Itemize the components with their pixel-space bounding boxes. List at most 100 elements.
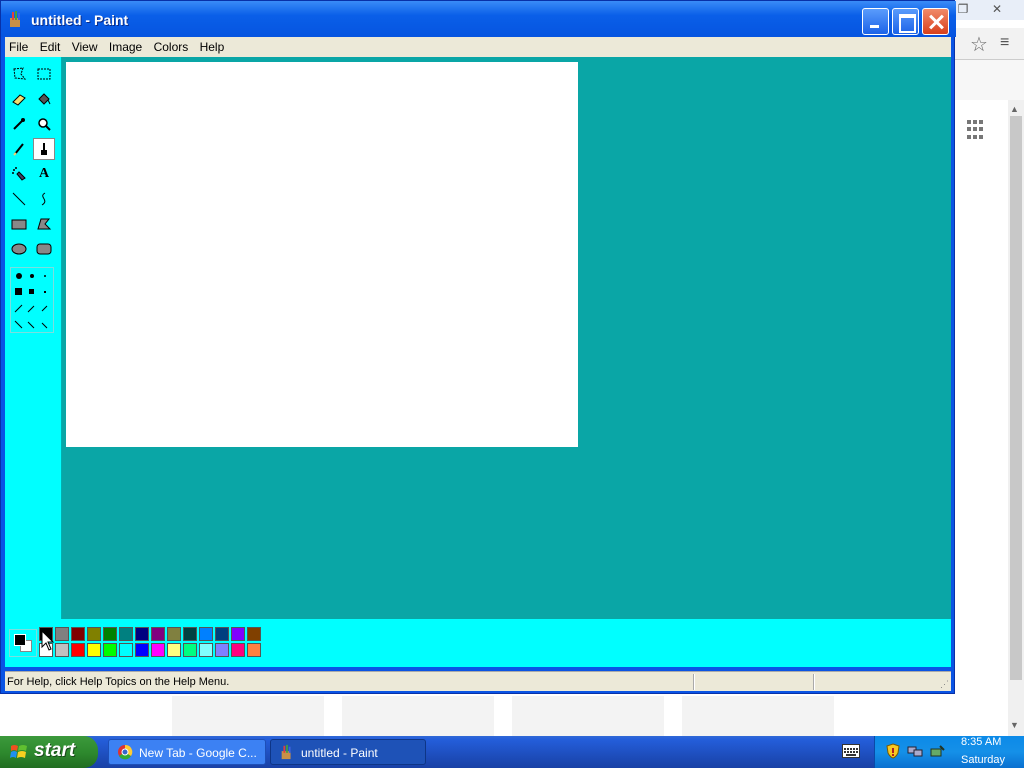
background-chrome-window: ❐ ✕ ☆ ≡ ▲ ▼ (950, 0, 1024, 736)
close-button[interactable] (922, 8, 949, 35)
palette-swatch[interactable] (135, 627, 149, 641)
status-text: For Help, click Help Topics on the Help … (7, 676, 230, 688)
eraser-icon[interactable] (8, 88, 30, 110)
palette-swatch[interactable] (215, 643, 229, 657)
rectangle-icon[interactable] (8, 213, 30, 235)
title-bar[interactable]: untitled - Paint (1, 1, 956, 37)
resize-grip-icon[interactable]: ⋰ (940, 679, 949, 690)
current-colors[interactable] (9, 629, 37, 657)
pencil-icon[interactable] (8, 138, 30, 160)
task-paint[interactable]: untitled - Paint (270, 739, 426, 765)
menu-colors[interactable]: Colors (150, 37, 193, 57)
network-icon[interactable] (907, 743, 923, 759)
clock-time[interactable]: 8:35 AM (961, 736, 1001, 748)
palette-swatch[interactable] (231, 627, 245, 641)
maximize-button[interactable] (892, 8, 919, 35)
palette-swatch[interactable] (55, 643, 69, 657)
ntp-tile (512, 696, 664, 736)
menu-file[interactable]: File (5, 37, 32, 57)
menu-image[interactable]: Image (105, 37, 146, 57)
restore-icon[interactable]: ❐ (954, 1, 972, 17)
line-icon[interactable] (8, 188, 30, 210)
system-tray: 8:35 AM Saturday (874, 736, 1024, 768)
pick-color-icon[interactable] (8, 113, 30, 135)
drawing-canvas[interactable] (66, 62, 578, 447)
bookmark-star-icon[interactable]: ☆ (970, 32, 988, 57)
window-title: untitled - Paint (31, 12, 129, 28)
taskbar: start New Tab - Google C... untitled - P… (0, 736, 1024, 768)
palette-swatch[interactable] (119, 627, 133, 641)
paint-app-icon (281, 744, 291, 760)
palette-swatch[interactable] (199, 643, 213, 657)
status-divider (813, 674, 815, 690)
polygon-icon[interactable] (33, 213, 55, 235)
menu-edit[interactable]: Edit (36, 37, 65, 57)
chrome-menu-icon[interactable]: ≡ (1000, 34, 1009, 52)
menu-help[interactable]: Help (196, 37, 229, 57)
palette-swatch[interactable] (71, 643, 85, 657)
select-icon[interactable] (33, 63, 55, 85)
menu-bar: File Edit View Image Colors Help (5, 37, 951, 57)
color-box (5, 619, 951, 667)
palette-swatch[interactable] (119, 643, 133, 657)
palette-swatch[interactable] (55, 627, 69, 641)
scroll-down-icon[interactable]: ▼ (1010, 720, 1019, 730)
palette-swatch[interactable] (199, 627, 213, 641)
palette-swatch[interactable] (103, 627, 117, 641)
brush-icon[interactable] (33, 138, 55, 160)
palette-swatch[interactable] (103, 643, 117, 657)
start-label: start (34, 740, 76, 761)
task-label: untitled - Paint (301, 746, 378, 760)
safely-remove-hardware-icon[interactable] (929, 743, 945, 759)
minimize-button[interactable] (862, 8, 889, 35)
paint-window: untitled - Paint File Edit View Image Co… (0, 0, 956, 694)
ntp-tile (172, 696, 324, 736)
work-area: A (5, 57, 951, 619)
windows-logo-icon (10, 745, 27, 758)
chrome-toolbar: ☆ ≡ (950, 28, 1024, 60)
status-divider (693, 674, 695, 690)
palette-swatch[interactable] (167, 627, 181, 641)
apps-grid-icon[interactable] (967, 120, 987, 140)
paint-app-icon (10, 11, 20, 27)
keyboard-icon[interactable] (842, 744, 860, 758)
palette-swatch[interactable] (247, 627, 261, 641)
curve-icon[interactable] (33, 188, 55, 210)
palette-swatch[interactable] (87, 627, 101, 641)
close-icon[interactable]: ✕ (988, 1, 1006, 17)
palette-swatch[interactable] (135, 643, 149, 657)
chrome-scroll-thumb[interactable] (1010, 116, 1022, 680)
ntp-tile (342, 696, 494, 736)
task-chrome[interactable]: New Tab - Google C... (108, 739, 266, 765)
palette-swatch[interactable] (167, 643, 181, 657)
task-label: New Tab - Google C... (139, 746, 257, 760)
palette-swatch[interactable] (71, 627, 85, 641)
scroll-up-icon[interactable]: ▲ (1010, 104, 1019, 114)
ellipse-icon[interactable] (8, 238, 30, 260)
foreground-color[interactable] (14, 634, 26, 646)
security-shield-icon[interactable] (885, 743, 901, 759)
text-icon[interactable]: A (33, 163, 55, 185)
chrome-titlebar: ❐ ✕ (950, 0, 1024, 20)
mouse-cursor-icon (41, 629, 55, 651)
palette-swatch[interactable] (215, 627, 229, 641)
brush-options-panel (10, 267, 54, 333)
palette-swatch[interactable] (183, 643, 197, 657)
palette-swatch[interactable] (151, 643, 165, 657)
menu-view[interactable]: View (68, 37, 102, 57)
palette-swatch[interactable] (87, 643, 101, 657)
clock-day: Saturday (961, 754, 1006, 766)
chrome-icon (118, 744, 133, 760)
start-button[interactable]: start (0, 736, 98, 768)
palette-swatch[interactable] (151, 627, 165, 641)
fill-with-color-icon[interactable] (33, 88, 55, 110)
rounded-rectangle-icon[interactable] (33, 238, 55, 260)
palette-swatch[interactable] (247, 643, 261, 657)
chrome-bar (950, 60, 1024, 100)
airbrush-icon[interactable] (8, 163, 30, 185)
palette-swatch[interactable] (231, 643, 245, 657)
free-form-select-icon[interactable] (8, 63, 30, 85)
magnifier-icon[interactable] (33, 113, 55, 135)
toolbox: A (5, 57, 62, 619)
palette-swatch[interactable] (183, 627, 197, 641)
